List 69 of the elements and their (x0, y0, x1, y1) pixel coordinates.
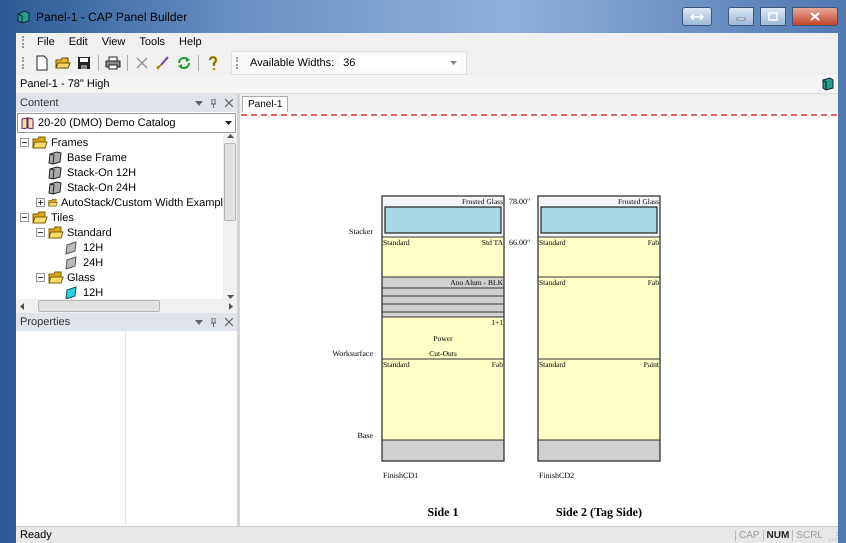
tree-item[interactable]: AutoStack/Custom Width Exampl (16, 195, 223, 210)
close-button[interactable] (792, 7, 838, 26)
tree-item[interactable]: 12H (16, 285, 223, 299)
dropdown-arrow-icon (225, 121, 232, 125)
frame-icon (48, 180, 64, 194)
folder-icon (32, 136, 48, 150)
finish-label: FinishCD1 (383, 471, 418, 480)
vertical-scrollbar[interactable] (223, 134, 237, 299)
folder-icon (48, 270, 64, 284)
tree-item[interactable]: Stack-On 24H (16, 180, 223, 195)
panel-path-label: Panel-1 - 78" High (20, 78, 110, 90)
widths-label: Available Widths: (250, 57, 334, 69)
status-text: Ready (20, 529, 53, 541)
pane-title: Properties (20, 316, 72, 328)
widths-dropdown[interactable]: 36 (340, 55, 460, 71)
folder-icon (48, 226, 64, 240)
frame-icon (48, 150, 64, 164)
window-title: Panel-1 - CAP Panel Builder (36, 10, 188, 24)
key-indicator: CAP (734, 530, 763, 540)
frame-icon (48, 166, 64, 180)
refresh-button[interactable] (175, 54, 193, 72)
printer-button[interactable] (104, 54, 122, 72)
level-label: Base (357, 431, 373, 440)
resize-grip-icon (826, 529, 838, 541)
minimize-button[interactable] (728, 7, 754, 26)
dropdown-arrow-icon (450, 61, 458, 65)
level-label: Stacker (349, 227, 373, 236)
double-arrow-icon (690, 12, 704, 20)
book-icon (21, 117, 34, 129)
scroll-left-icon (20, 302, 24, 310)
menu-item[interactable]: View (94, 35, 132, 49)
maximize-icon (768, 12, 778, 21)
height-dimension: 78.00" (509, 197, 530, 206)
menu-item[interactable]: File (30, 35, 62, 49)
tree-item[interactable]: 24H (16, 255, 223, 270)
tree-item[interactable]: Frames (16, 135, 223, 150)
horizontal-scrollbar[interactable] (16, 299, 237, 313)
menu-item[interactable]: Edit (62, 35, 95, 49)
tree-item[interactable]: Glass (16, 270, 223, 285)
floppy-disk-button[interactable] (75, 54, 93, 72)
pin-button[interactable] (209, 318, 218, 326)
document-tab[interactable]: Panel-1 (242, 96, 288, 112)
level-label: Worksurface (332, 349, 373, 358)
pane-menu-button[interactable] (194, 318, 203, 326)
panel-icon (822, 77, 834, 91)
scroll-right-icon (229, 302, 233, 310)
tree-item[interactable]: Stack-On 12H (16, 165, 223, 180)
catalog-dropdown[interactable]: 20-20 (DMO) Demo Catalog (17, 113, 236, 133)
app-icon (16, 10, 30, 24)
key-indicator: NUM (762, 530, 792, 540)
tree-item[interactable]: Standard (16, 225, 223, 240)
key-indicator: SCRL (792, 530, 826, 540)
pin-button[interactable] (209, 98, 218, 108)
finish-label: FinishCD2 (539, 471, 574, 480)
pane-menu-button[interactable] (194, 98, 203, 108)
close-pane-button[interactable] (224, 318, 233, 326)
menu-item[interactable]: Tools (132, 35, 172, 49)
tree-item[interactable]: Tiles (16, 210, 223, 225)
tree-item[interactable]: 12H (16, 240, 223, 255)
tree-item[interactable]: Base Frame (16, 150, 223, 165)
close-icon (810, 12, 820, 21)
menu-item[interactable]: Help (172, 35, 209, 49)
side-title: Side 1 (428, 505, 458, 519)
side-title: Side 2 (Tag Side) (556, 505, 642, 519)
maximize-button[interactable] (760, 7, 786, 26)
resize-button[interactable] (682, 7, 712, 26)
close-pane-button[interactable] (224, 98, 233, 108)
pane-title: Content (20, 97, 60, 109)
height-dimension: 66.00" (509, 238, 530, 247)
